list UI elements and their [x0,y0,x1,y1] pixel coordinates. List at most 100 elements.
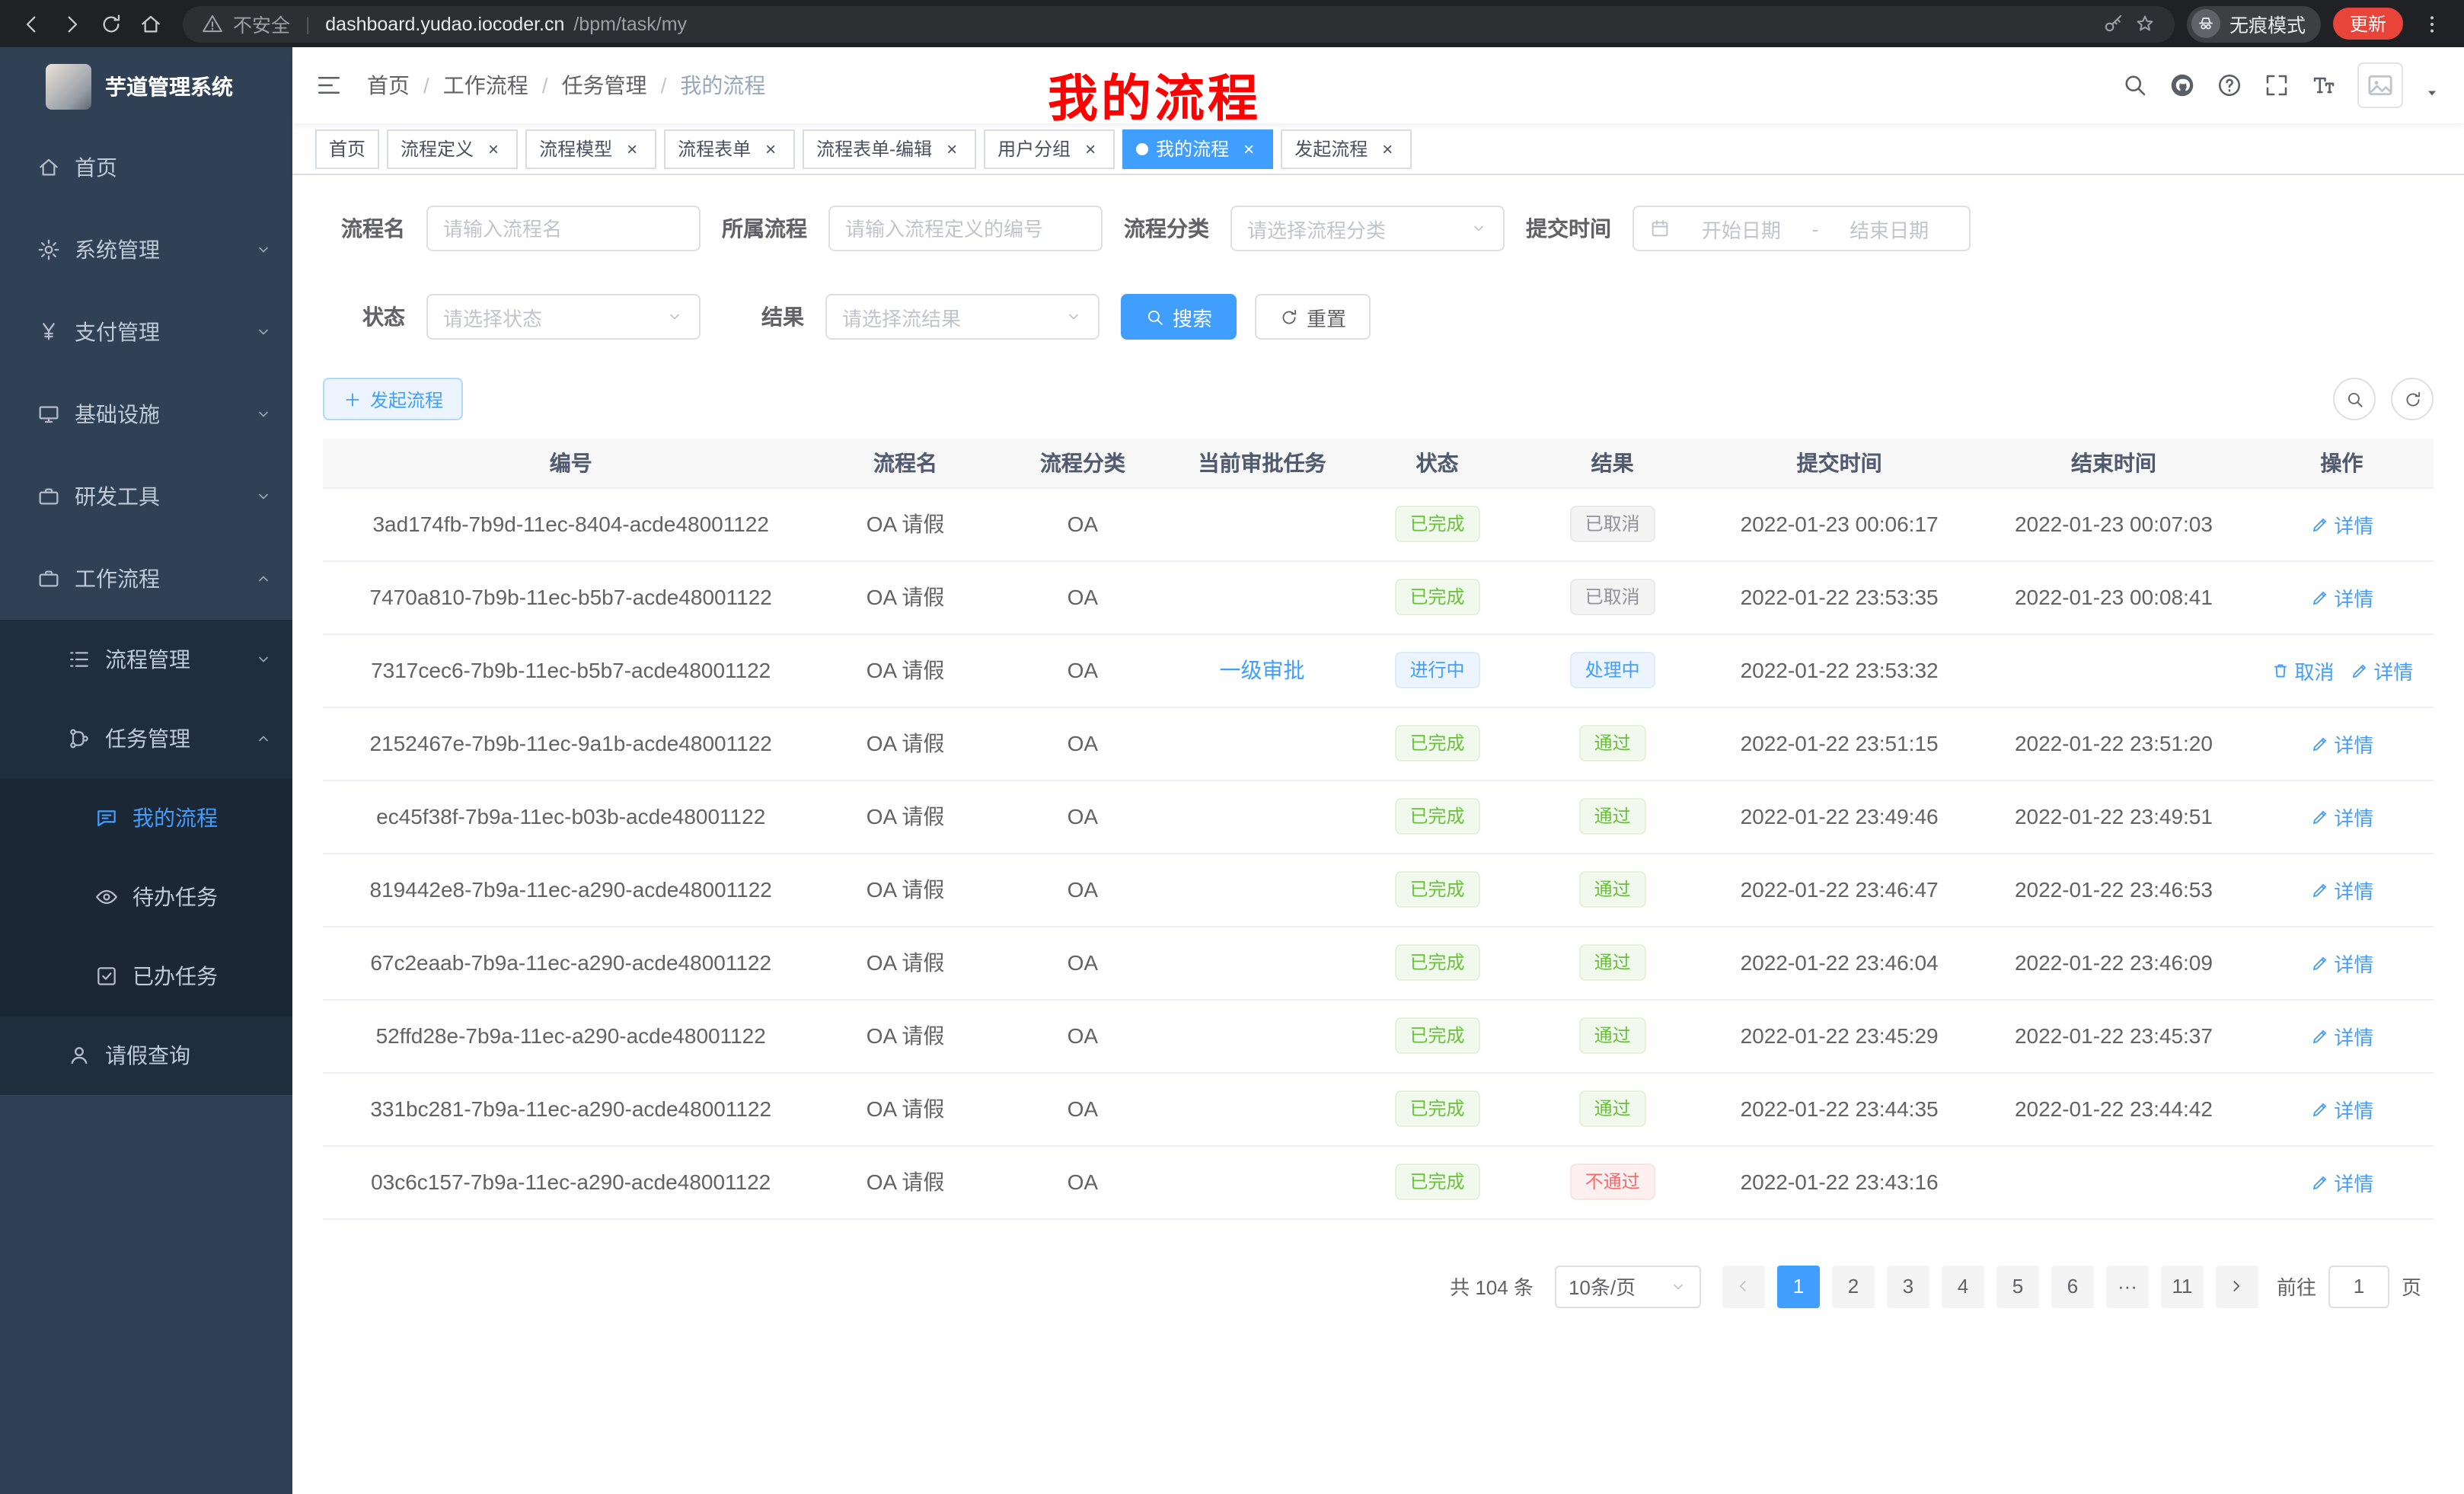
process-definition-input[interactable] [845,217,1086,240]
sidebar-item-11[interactable]: 请假查询 [0,1016,292,1095]
sidebar-item-1[interactable]: 系统管理 [0,209,292,291]
prev-page-button[interactable] [1722,1265,1765,1307]
sidebar-item-4[interactable]: 研发工具 [0,455,292,538]
tab-0[interactable]: 首页 [315,129,379,168]
page-size-select[interactable]: 10条/页 [1555,1265,1701,1307]
sidebar-item-6[interactable]: 流程管理 [0,620,292,699]
action-link[interactable]: 详情 [2349,656,2413,685]
cell-task [1173,560,1351,634]
more-pages-button[interactable]: ··· [2106,1265,2149,1307]
submit-time-range-picker[interactable]: 开始日期 - 结束日期 [1633,206,1971,251]
tab-close-icon[interactable]: × [1377,138,1398,159]
address-bar[interactable]: 不安全 | dashboard.yudao.iocoder.cn/bpm/tas… [183,5,2175,42]
action-link[interactable]: 详情 [2309,802,2373,831]
cell-status: 已完成 [1351,1072,1524,1145]
next-page-button[interactable] [2216,1265,2258,1307]
toggle-search-button[interactable] [2333,378,2376,420]
breadcrumb-item[interactable]: 工作流程 [443,70,528,101]
page-button-2[interactable]: 2 [1832,1265,1875,1307]
chevron-down-icon [1669,1277,1687,1295]
tab-label: 用户分组 [997,136,1071,161]
browser-reload-icon[interactable] [91,4,131,43]
page-button-6[interactable]: 6 [2051,1265,2094,1307]
page-button-3[interactable]: 3 [1887,1265,1929,1307]
process-name-input[interactable] [443,217,684,240]
cell-category: OA [992,487,1173,560]
hamburger-icon[interactable] [315,72,343,99]
action-link[interactable]: 详情 [2309,875,2373,904]
cell-id: 03c6c157-7b9a-11ec-a290-acde48001122 [323,1145,819,1218]
incognito-label: 无痕模式 [2229,9,2306,38]
browser-back-icon[interactable] [12,4,52,43]
page-button-11[interactable]: 11 [2161,1265,2204,1307]
security-warning[interactable]: 不安全 [233,9,290,38]
tab-close-icon[interactable]: × [483,138,504,159]
tab-1[interactable]: 流程定义× [387,129,518,168]
search-icon[interactable] [2121,72,2149,99]
page-button-5[interactable]: 5 [1996,1265,2039,1307]
sidebar-item-7[interactable]: 任务管理 [0,699,292,778]
breadcrumb-item[interactable]: 首页 [367,70,410,101]
action-link[interactable]: 详情 [2309,729,2373,758]
sidebar-item-2[interactable]: 支付管理 [0,291,292,373]
browser-forward-icon[interactable] [52,4,91,43]
edit-icon [2309,1099,2329,1119]
action-link[interactable]: 详情 [2309,1094,2373,1123]
update-button[interactable]: 更新 [2333,8,2403,40]
tab-close-icon[interactable]: × [1238,138,1259,159]
page-button-4[interactable]: 4 [1942,1265,1984,1307]
key-icon[interactable] [2102,12,2124,35]
font-size-icon[interactable] [2310,72,2338,99]
page-button-1[interactable]: 1 [1777,1265,1820,1307]
action-link[interactable]: 详情 [2309,509,2373,538]
tab-2[interactable]: 流程模型× [525,129,656,168]
action-link[interactable]: 详情 [2309,583,2373,611]
status-select[interactable]: 请选择状态 [426,294,701,340]
tab-7[interactable]: 发起流程 × [1281,129,1412,168]
filter-submit-time: 提交时间 开始日期 - 结束日期 [1526,206,1971,251]
help-icon[interactable] [2216,72,2243,99]
tab-5[interactable]: 用户分组 × [984,129,1115,168]
task-link[interactable]: 一级审批 [1219,658,1304,682]
sidebar-item-9[interactable]: 待办任务 [0,857,292,937]
sidebar-item-5[interactable]: 工作流程 [0,538,292,620]
action-link[interactable]: 详情 [2309,1021,2373,1050]
tab-close-icon[interactable]: × [941,138,962,159]
tab-close-icon[interactable]: × [1080,138,1101,159]
goto-page-input[interactable] [2328,1265,2389,1307]
result-tag: 通过 [1579,1090,1646,1127]
category-select[interactable]: 请选择流程分类 [1230,206,1505,251]
action-link[interactable]: 取消 [2270,656,2334,685]
action-link[interactable]: 详情 [2309,948,2373,977]
browser-home-icon[interactable] [131,4,171,43]
cell-name: OA 请假 [819,999,991,1072]
tab-3[interactable]: 流程表单× [664,129,795,168]
active-tab-dot [1136,142,1148,155]
fullscreen-icon[interactable] [2263,72,2290,99]
reset-button[interactable]: 重置 [1255,294,1371,340]
avatar-caret-icon[interactable] [2423,84,2441,102]
sidebar-item-8[interactable]: 我的流程 [0,778,292,857]
tab-6[interactable]: 我的流程× [1122,129,1273,168]
sidebar-item-10[interactable]: 已办任务 [0,937,292,1016]
sidebar-item-0[interactable]: 首页 [0,126,292,209]
tab-label: 发起流程 [1294,136,1368,161]
search-button[interactable]: 搜索 [1121,294,1237,340]
breadcrumb-item[interactable]: 任务管理 [562,70,647,101]
bookmark-star-icon[interactable] [2134,12,2156,35]
github-icon[interactable] [2169,72,2196,99]
sidebar-item-3[interactable]: 基础设施 [0,373,292,455]
browser-menu-icon[interactable] [2412,4,2452,43]
action-link[interactable]: 详情 [2309,1167,2373,1196]
cell-id: 67c2eaab-7b9a-11ec-a290-acde48001122 [323,926,819,999]
result-tag: 处理中 [1570,652,1655,688]
avatar[interactable] [2357,62,2403,108]
result-select[interactable]: 请选择流结果 [825,294,1100,340]
tab-close-icon[interactable]: × [621,138,643,159]
search-button-label: 搜索 [1173,302,1212,331]
tab-close-icon[interactable]: × [760,138,781,159]
create-process-button[interactable]: 发起流程 [323,378,463,420]
tab-4[interactable]: 流程表单-编辑× [803,129,976,168]
refresh-table-button[interactable] [2391,378,2434,420]
app-logo[interactable]: 芋道管理系统 [0,47,292,126]
